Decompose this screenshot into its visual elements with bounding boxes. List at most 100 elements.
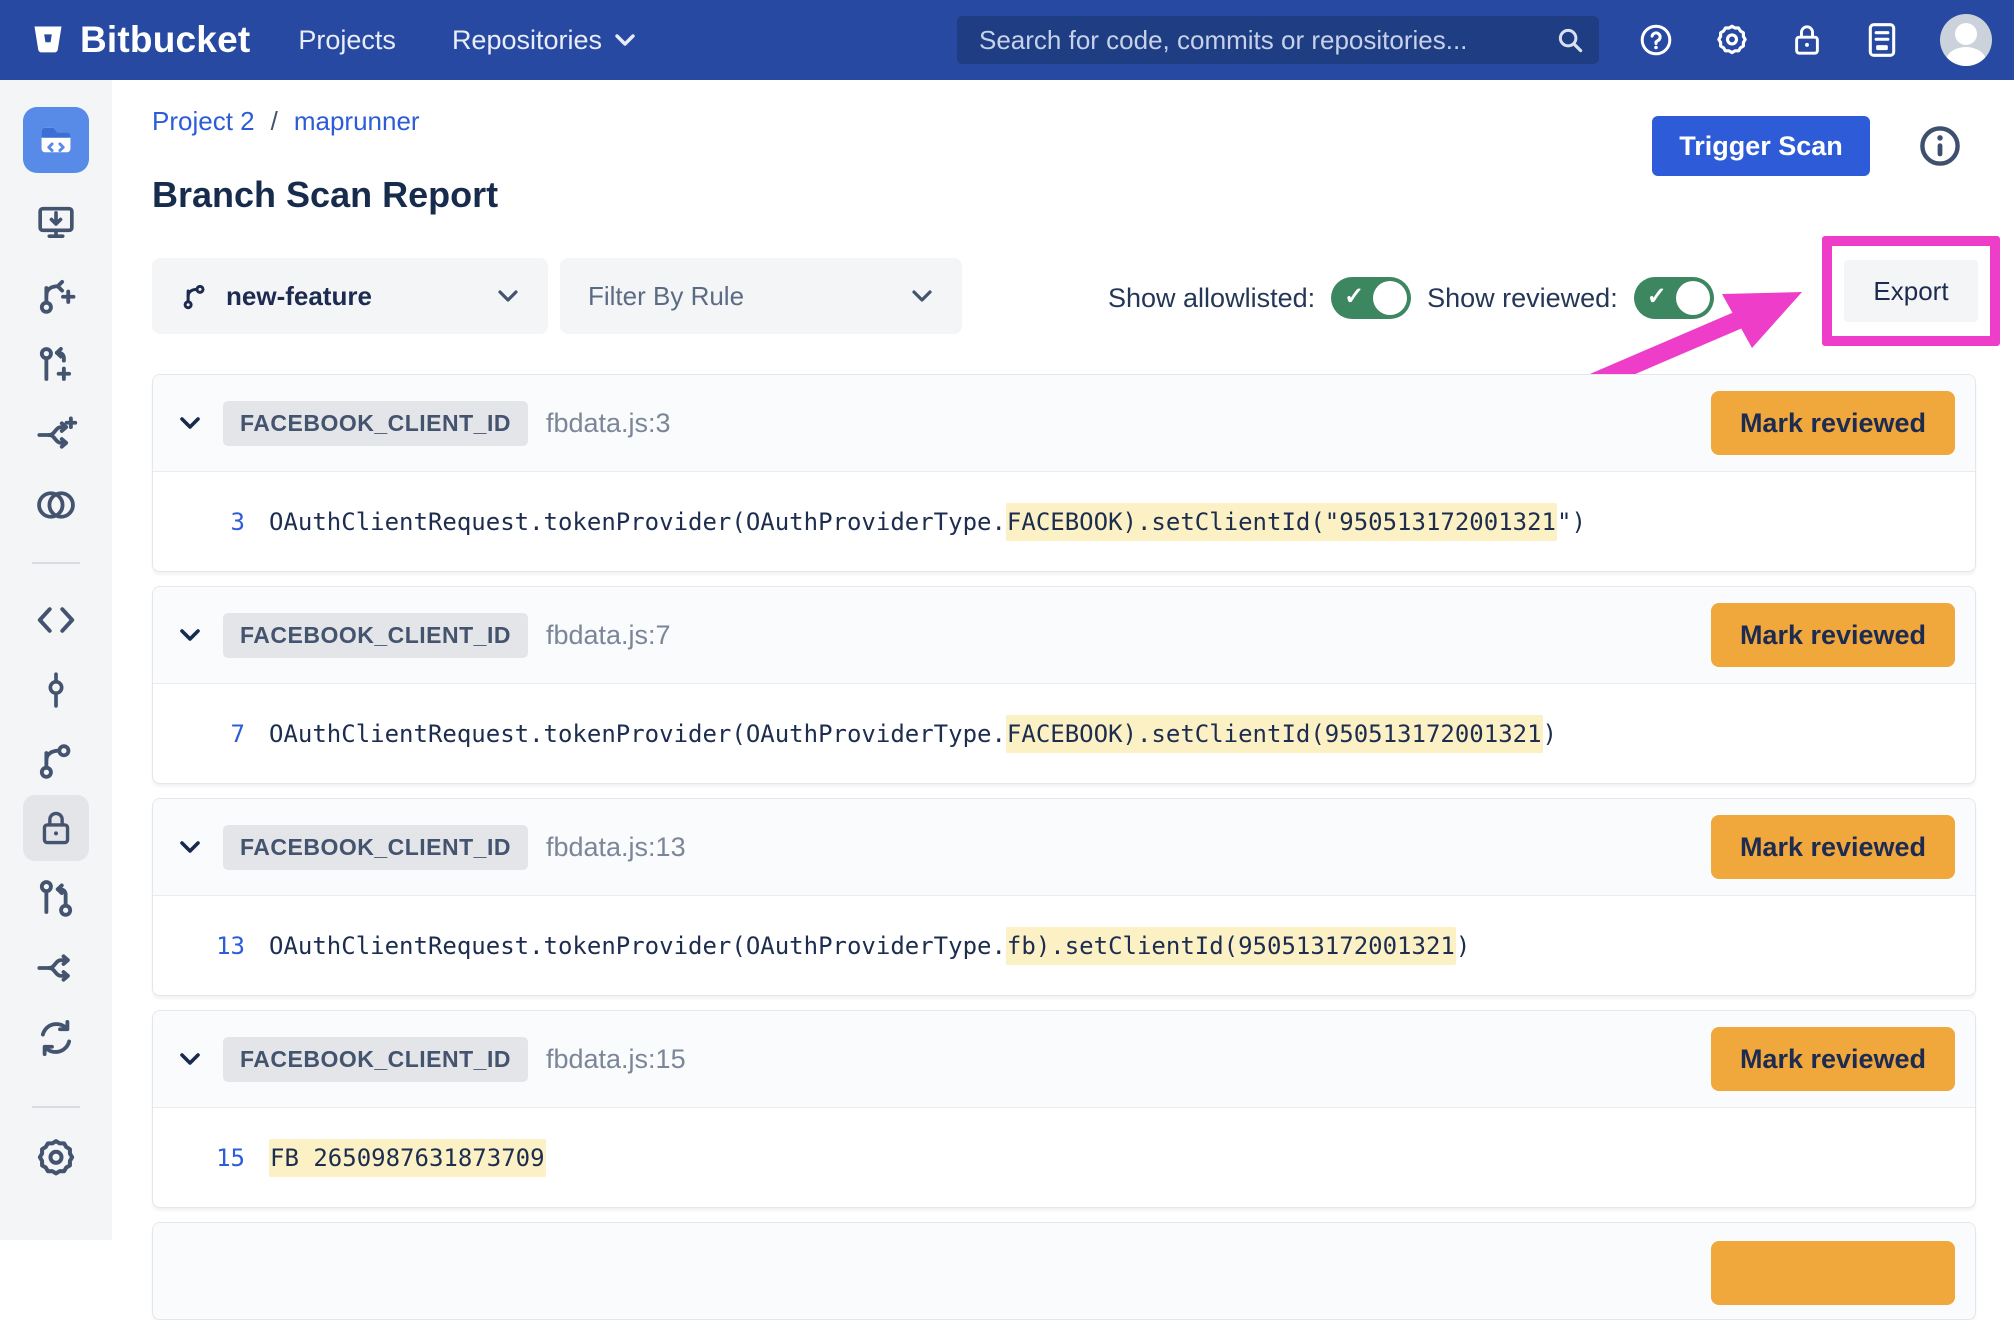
export-button[interactable]: Export — [1844, 260, 1978, 322]
collapse-chevron-icon[interactable] — [179, 840, 201, 855]
nav-links: Projects Repositories — [298, 25, 636, 56]
collapse-chevron-icon[interactable] — [179, 1052, 201, 1067]
lock-icon — [23, 795, 89, 861]
user-avatar[interactable] — [1940, 14, 1992, 66]
sidebar-item-commits[interactable] — [36, 669, 76, 711]
sidebar-item-settings[interactable] — [34, 1136, 78, 1180]
mark-reviewed-button[interactable]: Mark reviewed — [1711, 391, 1955, 455]
global-search — [957, 16, 1599, 64]
avatar-body — [1946, 47, 1986, 66]
collapse-chevron-icon[interactable] — [179, 628, 201, 643]
finding-header: FACEBOOK_CLIENT_ID fbdata.js:3 Mark revi… — [153, 375, 1975, 471]
finding-header: FACEBOOK_CLIENT_ID fbdata.js:7 Mark revi… — [153, 587, 1975, 683]
fork-icon — [34, 947, 78, 989]
code-plain: ) — [1456, 932, 1470, 960]
mark-reviewed-button[interactable]: Mark reviewed — [1711, 603, 1955, 667]
sidebar-divider — [32, 1106, 80, 1108]
code-secret-highlight: fb).setClientId(950513172001321 — [1006, 927, 1456, 965]
clone-icon — [35, 202, 77, 242]
mark-reviewed-button[interactable] — [1711, 1241, 1955, 1305]
top-nav: Bitbucket Projects Repositories — [0, 0, 2014, 80]
code-secret-highlight: FB 2650987631873709 — [269, 1139, 546, 1177]
rule-badge: FACEBOOK_CLIENT_ID — [223, 1037, 528, 1082]
code-icon — [34, 602, 78, 638]
trigger-scan-button[interactable]: Trigger Scan — [1652, 116, 1870, 176]
breadcrumb-project-link[interactable]: Project 2 — [152, 106, 255, 137]
finding-location: fbdata.js:7 — [546, 620, 671, 651]
sidebar-item-sync[interactable] — [35, 1017, 77, 1059]
show-reviewed-label: Show reviewed: — [1427, 283, 1618, 314]
sidebar-item-pull-requests[interactable] — [35, 877, 77, 919]
nav-item-projects[interactable]: Projects — [298, 25, 396, 56]
rule-badge: FACEBOOK_CLIENT_ID — [223, 825, 528, 870]
sidebar-item-forks[interactable] — [34, 947, 78, 989]
chevron-down-icon — [614, 33, 636, 47]
finding-code-row: 13 OAuthClientRequest.tokenProvider(OAut… — [153, 895, 1975, 995]
info-icon[interactable] — [1918, 124, 1962, 168]
filter-by-rule-dropdown[interactable]: Filter By Rule — [560, 258, 962, 334]
breadcrumb-repo-link[interactable]: maprunner — [294, 106, 420, 137]
collapse-chevron-icon[interactable] — [179, 416, 201, 431]
breadcrumb-separator: / — [271, 106, 278, 137]
sidebar-item-create-branch[interactable] — [35, 274, 77, 316]
finding-location: fbdata.js:3 — [546, 408, 671, 439]
show-reviewed-toggle[interactable]: ✓ — [1634, 277, 1714, 319]
sidebar-item-repository[interactable] — [23, 107, 89, 173]
sidebar-item-compare[interactable] — [33, 486, 79, 524]
nav-item-projects-label: Projects — [298, 25, 396, 56]
finding-header — [153, 1223, 1975, 1319]
bitbucket-bucket-icon — [30, 22, 66, 58]
nav-item-repositories-label: Repositories — [452, 25, 602, 56]
sidebar-item-fork-create[interactable] — [34, 414, 78, 456]
branch-select-dropdown[interactable]: new-feature — [152, 258, 548, 334]
finding-code-row: 15 FB 2650987631873709 — [153, 1107, 1975, 1207]
sidebar-item-create-pull-request[interactable] — [35, 344, 77, 386]
code-secret-highlight: FACEBOOK).setClientId(950513172001321 — [1006, 715, 1543, 753]
code-plain: OAuthClientRequest.tokenProvider(OAuthPr… — [269, 720, 1006, 748]
code-line: OAuthClientRequest.tokenProvider(OAuthPr… — [269, 720, 1557, 748]
code-plain: ) — [1543, 720, 1557, 748]
feedback-icon[interactable] — [1864, 21, 1900, 59]
sync-icon — [35, 1017, 77, 1059]
lock-icon[interactable] — [1790, 22, 1824, 58]
check-icon: ✓ — [1647, 282, 1667, 311]
code-plain: ") — [1557, 508, 1586, 536]
mark-reviewed-button[interactable]: Mark reviewed — [1711, 1027, 1955, 1091]
search-input[interactable] — [957, 16, 1599, 64]
sidebar-item-source[interactable] — [34, 602, 78, 638]
finding-card: FACEBOOK_CLIENT_ID fbdata.js:7 Mark revi… — [152, 586, 1976, 784]
help-icon[interactable] — [1638, 22, 1674, 58]
finding-location: fbdata.js:13 — [546, 832, 686, 863]
bitbucket-logo-text: Bitbucket — [80, 19, 250, 61]
branch-icon — [35, 739, 77, 781]
chevron-down-icon — [496, 288, 520, 304]
code-secret-highlight: FACEBOOK).setClientId("950513172001321 — [1006, 503, 1557, 541]
show-allowlisted-label: Show allowlisted: — [1108, 283, 1315, 314]
nav-right-icons — [1638, 0, 1992, 80]
mark-reviewed-button[interactable]: Mark reviewed — [1711, 815, 1955, 879]
sidebar-divider — [32, 562, 80, 564]
main-content: Project 2 / maprunner Trigger Scan Branc… — [112, 80, 2014, 1240]
finding-card: FACEBOOK_CLIENT_ID fbdata.js:13 Mark rev… — [152, 798, 1976, 996]
code-plain: OAuthClientRequest.tokenProvider(OAuthPr… — [269, 932, 1006, 960]
pull-request-icon — [35, 877, 77, 919]
show-allowlisted-toggle[interactable]: ✓ — [1331, 277, 1411, 319]
sidebar-item-branches[interactable] — [35, 739, 77, 781]
rule-badge: FACEBOOK_CLIENT_ID — [223, 401, 528, 446]
toggle-knob — [1373, 281, 1407, 315]
finding-code-row: 3 OAuthClientRequest.tokenProvider(OAuth… — [153, 471, 1975, 571]
bitbucket-logo[interactable]: Bitbucket — [30, 19, 250, 61]
chevron-down-icon — [910, 288, 934, 304]
finding-header: FACEBOOK_CLIENT_ID fbdata.js:13 Mark rev… — [153, 799, 1975, 895]
sidebar — [0, 80, 112, 1240]
sidebar-item-security-scan[interactable] — [23, 795, 89, 861]
code-line-number: 13 — [189, 932, 245, 960]
sidebar-item-clone[interactable] — [35, 202, 77, 242]
avatar-head — [1955, 23, 1977, 45]
branch-icon — [180, 281, 210, 311]
nav-item-repositories[interactable]: Repositories — [452, 25, 636, 56]
fork-plus-icon — [34, 414, 78, 456]
search-icon[interactable] — [1555, 25, 1585, 55]
settings-icon[interactable] — [1714, 22, 1750, 58]
finding-header: FACEBOOK_CLIENT_ID fbdata.js:15 Mark rev… — [153, 1011, 1975, 1107]
